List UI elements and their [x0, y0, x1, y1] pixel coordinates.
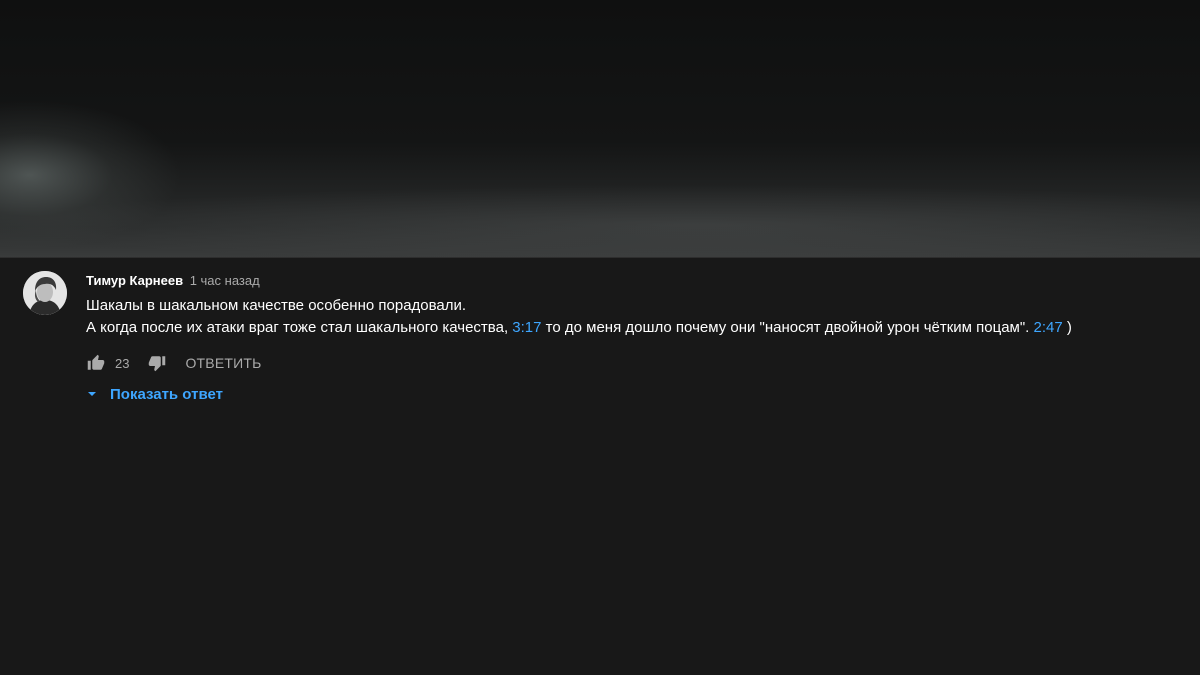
timecode-link-2[interactable]: 2:47 — [1034, 319, 1063, 336]
comment-actions: 23 ОТВЕТИТЬ — [86, 351, 262, 375]
comment-line-2-part-3: ) — [1062, 319, 1072, 336]
comment-header: Тимур Карнеев 1 час назад — [86, 271, 1186, 291]
comment-line-2-part-1: А когда после их атаки враг тоже стал ша… — [86, 319, 513, 336]
comment-body: Тимур Карнеев 1 час назад Шакалы в шакал… — [86, 271, 1186, 339]
caret-down-icon — [88, 392, 96, 396]
thumb-down-icon — [149, 356, 166, 372]
comment-text: Шакалы в шакальном качестве особенно пор… — [86, 295, 1186, 339]
comment-line-2: А когда после их атаки враг тоже стал ша… — [86, 317, 1186, 339]
like-button[interactable] — [86, 353, 106, 373]
avatar-image — [23, 271, 67, 315]
dislike-button[interactable] — [147, 353, 167, 373]
reply-button[interactable]: ОТВЕТИТЬ — [185, 355, 261, 371]
video-player-area[interactable] — [0, 0, 1200, 258]
thumb-up-icon — [87, 354, 105, 370]
show-replies-label: Показать ответ — [110, 385, 223, 403]
comment-author[interactable]: Тимур Карнеев — [86, 273, 183, 288]
comment-line-1: Шакалы в шакальном качестве особенно пор… — [86, 297, 467, 314]
avatar[interactable] — [23, 271, 67, 315]
timecode-link-1[interactable]: 3:17 — [512, 319, 541, 336]
comment-line-2-part-2: то до меня дошло почему они "наносят дво… — [541, 319, 1034, 336]
like-count: 23 — [115, 355, 130, 371]
comment-timestamp[interactable]: 1 час назад — [190, 273, 260, 288]
page: Тимур Карнеев 1 час назад Шакалы в шакал… — [0, 0, 1200, 675]
show-replies-button[interactable]: Показать ответ — [86, 384, 223, 404]
